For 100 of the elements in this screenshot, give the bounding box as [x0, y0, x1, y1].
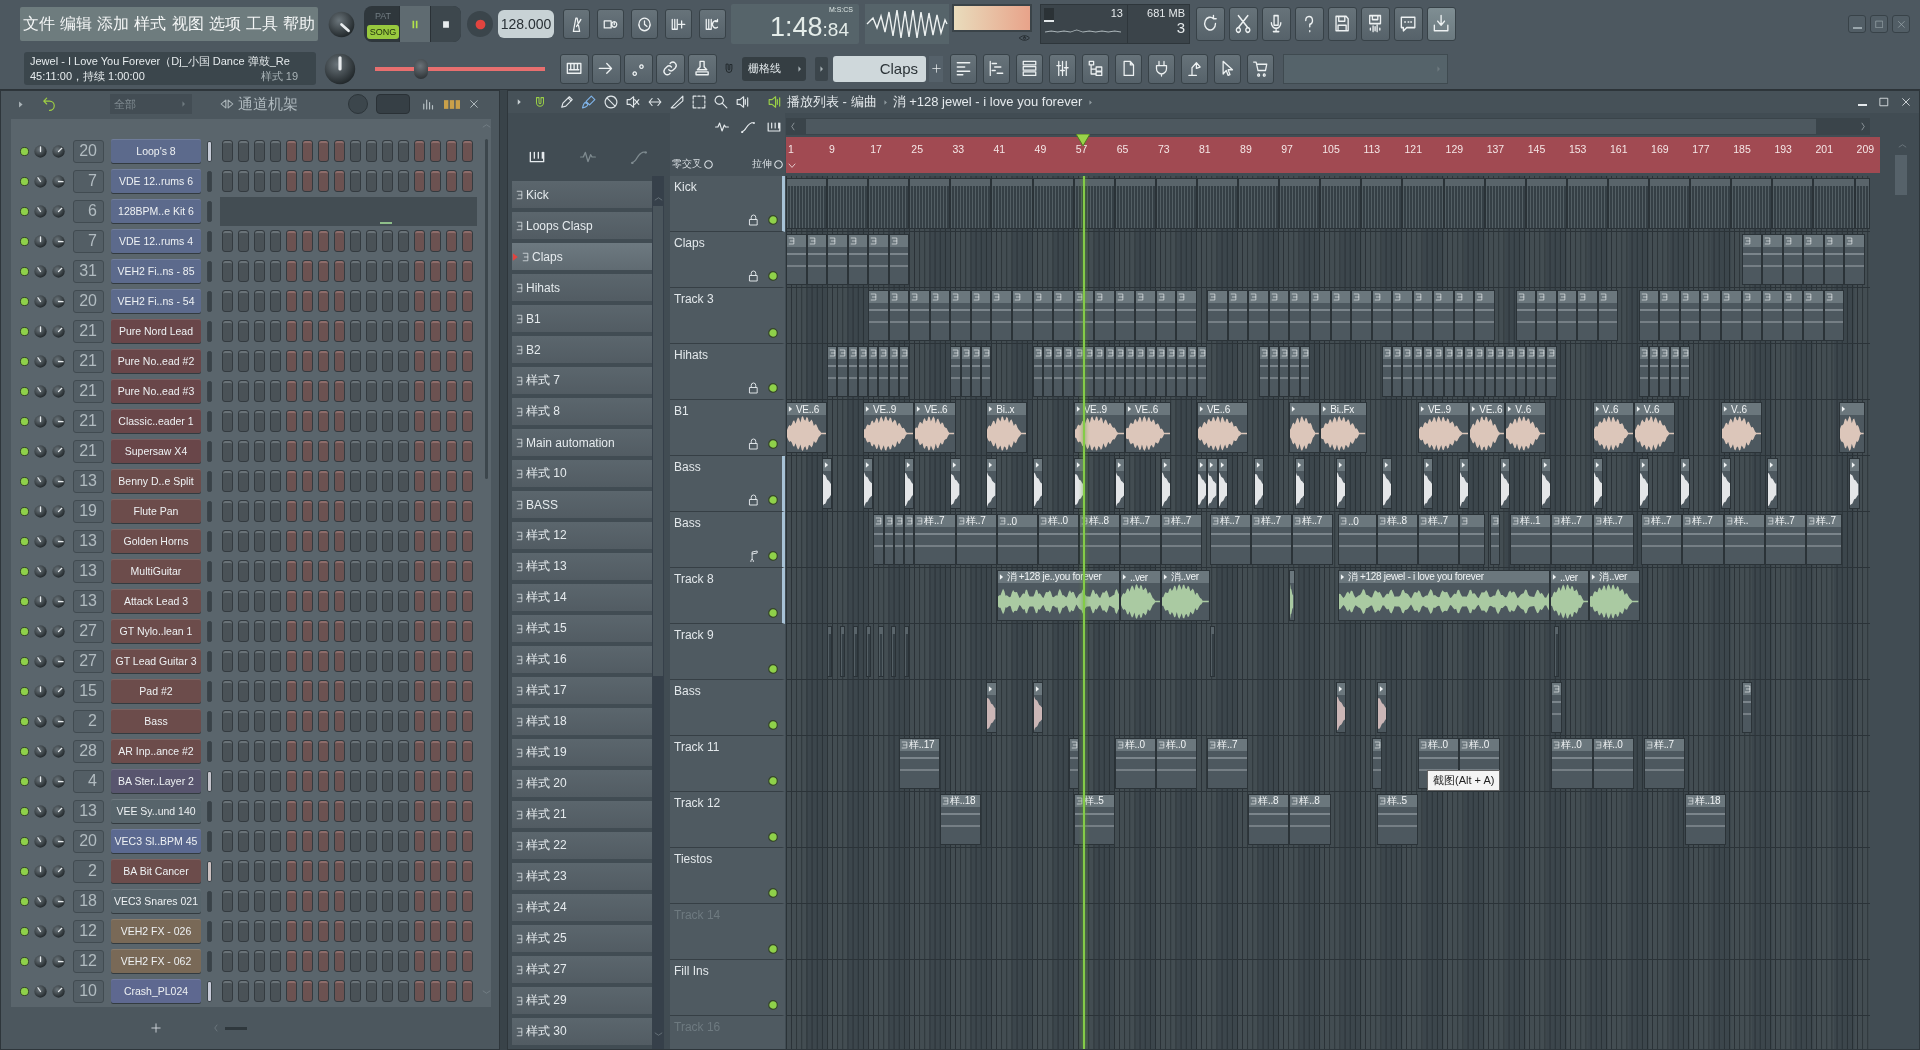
pan-knob[interactable]: [34, 474, 47, 488]
pan-knob[interactable]: [34, 924, 47, 938]
channel-select-indicator[interactable]: [207, 140, 212, 162]
pattern-clip[interactable]: 样..7: [1209, 514, 1251, 565]
pattern-clip[interactable]: [904, 514, 915, 565]
mixer-track-field[interactable]: 10: [73, 979, 104, 1003]
pan-knob[interactable]: [34, 414, 47, 428]
pattern-clip[interactable]: [786, 178, 828, 229]
track-led-icon[interactable]: [768, 271, 778, 281]
channel-button[interactable]: VEC3 Snares 021: [111, 889, 201, 913]
track-header[interactable]: Kick: [670, 176, 785, 232]
channel-led-icon[interactable]: [20, 716, 29, 726]
audio-clip[interactable]: [1294, 458, 1305, 509]
pattern-item[interactable]: 样式 7: [512, 367, 652, 394]
audio-clip[interactable]: [1679, 458, 1691, 509]
channel-led-icon[interactable]: [20, 386, 29, 396]
menu-item[interactable]: 文件: [22, 13, 55, 35]
pattern-clip[interactable]: [1125, 346, 1136, 397]
scroll-up-icon[interactable]: [1898, 143, 1907, 149]
file-button[interactable]: [1115, 53, 1142, 84]
pattern-clip[interactable]: [1554, 626, 1560, 677]
magnet-icon[interactable]: [724, 62, 734, 75]
pattern-clip[interactable]: [868, 178, 910, 229]
pattern-clip[interactable]: 样..7: [955, 514, 997, 565]
channel-button[interactable]: Crash_PL024: [111, 979, 201, 1003]
pattern-clip[interactable]: [1459, 514, 1485, 565]
pattern-clip[interactable]: [1464, 346, 1475, 397]
pattern-clip[interactable]: [909, 290, 930, 341]
audio-clip[interactable]: [1849, 458, 1860, 509]
pattern-clip[interactable]: [1289, 346, 1300, 397]
channel-button[interactable]: VDE 12..rums 4: [111, 229, 201, 253]
track-header[interactable]: Fill Ins: [670, 960, 785, 1016]
pattern-clip[interactable]: 样..8: [1248, 794, 1290, 845]
channel-button[interactable]: Golden Horns: [111, 529, 201, 553]
audio-clip[interactable]: VE..6: [914, 402, 956, 453]
close-icon[interactable]: [469, 99, 479, 109]
mixer-track-field[interactable]: 21: [73, 379, 104, 403]
track-header[interactable]: Hihats: [670, 344, 785, 400]
mixer-track-field[interactable]: 20: [73, 139, 104, 163]
audio-clip[interactable]: [1289, 402, 1321, 453]
pattern-clip[interactable]: 样..7: [1161, 514, 1203, 565]
track-led-icon[interactable]: [768, 1000, 778, 1010]
pattern-clip[interactable]: 样..18: [1685, 794, 1727, 845]
pattern-clip[interactable]: [806, 234, 828, 285]
pattern-clip[interactable]: [1721, 290, 1742, 341]
pan-knob[interactable]: [34, 804, 47, 818]
pattern-clip[interactable]: [878, 346, 889, 397]
piano-roll-button[interactable]: [983, 53, 1010, 84]
pattern-clip[interactable]: [857, 346, 869, 397]
play-arrow-icon[interactable]: [516, 98, 522, 106]
pattern-clip[interactable]: [1649, 178, 1691, 229]
pattern-item[interactable]: 样式 14: [512, 584, 652, 611]
channel-button[interactable]: GT Nylo..lean 1: [111, 619, 201, 643]
mixer-track-field[interactable]: 13: [73, 559, 104, 583]
mixer-track-field[interactable]: 13: [73, 469, 104, 493]
pan-knob[interactable]: [34, 834, 47, 848]
pattern-item[interactable]: 样式 18: [512, 708, 652, 735]
track-led-icon[interactable]: [768, 944, 778, 954]
channel-led-icon[interactable]: [20, 176, 29, 186]
pattern-clip[interactable]: [1505, 346, 1516, 397]
pattern-clip[interactable]: [1489, 514, 1501, 565]
mixer-track-field[interactable]: 2: [73, 709, 104, 733]
scissors-button[interactable]: [1229, 7, 1258, 41]
pattern-clip[interactable]: [1679, 290, 1701, 341]
pan-knob[interactable]: [34, 714, 47, 728]
mixer-track-field[interactable]: 12: [73, 949, 104, 973]
volume-knob[interactable]: [52, 204, 65, 218]
song-breadcrumb[interactable]: 消 +128 jewel - i love you forever: [892, 93, 1083, 111]
pan-knob[interactable]: [34, 984, 47, 998]
pattern-clip[interactable]: [1053, 290, 1074, 341]
menu-item[interactable]: 帮助: [283, 13, 316, 35]
pattern-clip[interactable]: [1453, 346, 1465, 397]
metronome-button[interactable]: [563, 9, 590, 39]
channel-led-icon[interactable]: [20, 776, 29, 786]
pattern-clip[interactable]: [847, 346, 858, 397]
mixer-track-field[interactable]: 13: [73, 799, 104, 823]
play-arrow-icon[interactable]: [17, 99, 24, 109]
pattern-clip[interactable]: [1731, 178, 1773, 229]
volume-knob[interactable]: [52, 654, 65, 668]
pattern-clip[interactable]: [1176, 290, 1197, 341]
download-button[interactable]: [1427, 7, 1456, 41]
pattern-item[interactable]: 样式 17: [512, 677, 652, 704]
pattern-clip[interactable]: [1197, 346, 1208, 397]
lock-icon[interactable]: [748, 214, 759, 226]
timer-button[interactable]: [631, 9, 658, 39]
pattern-clip[interactable]: [1659, 346, 1670, 397]
pattern-clip[interactable]: [1484, 346, 1495, 397]
pattern-clip[interactable]: [1823, 290, 1845, 341]
playlist-button[interactable]: [950, 53, 977, 84]
pattern-clip[interactable]: [1155, 290, 1177, 341]
pattern-clip[interactable]: 样..0: [1114, 738, 1156, 789]
audio-clip[interactable]: [1721, 458, 1732, 509]
desk-lamp-button[interactable]: [1181, 53, 1208, 84]
two-dots-button[interactable]: [624, 53, 653, 84]
audio-clip[interactable]: ..ver: [1549, 570, 1590, 621]
pattern-clip[interactable]: [1551, 682, 1562, 733]
pattern-clip[interactable]: [929, 290, 951, 341]
pattern-item[interactable]: B1: [512, 305, 652, 332]
pattern-item[interactable]: BASS: [512, 491, 652, 518]
audio-clip[interactable]: VE..9: [863, 402, 915, 453]
